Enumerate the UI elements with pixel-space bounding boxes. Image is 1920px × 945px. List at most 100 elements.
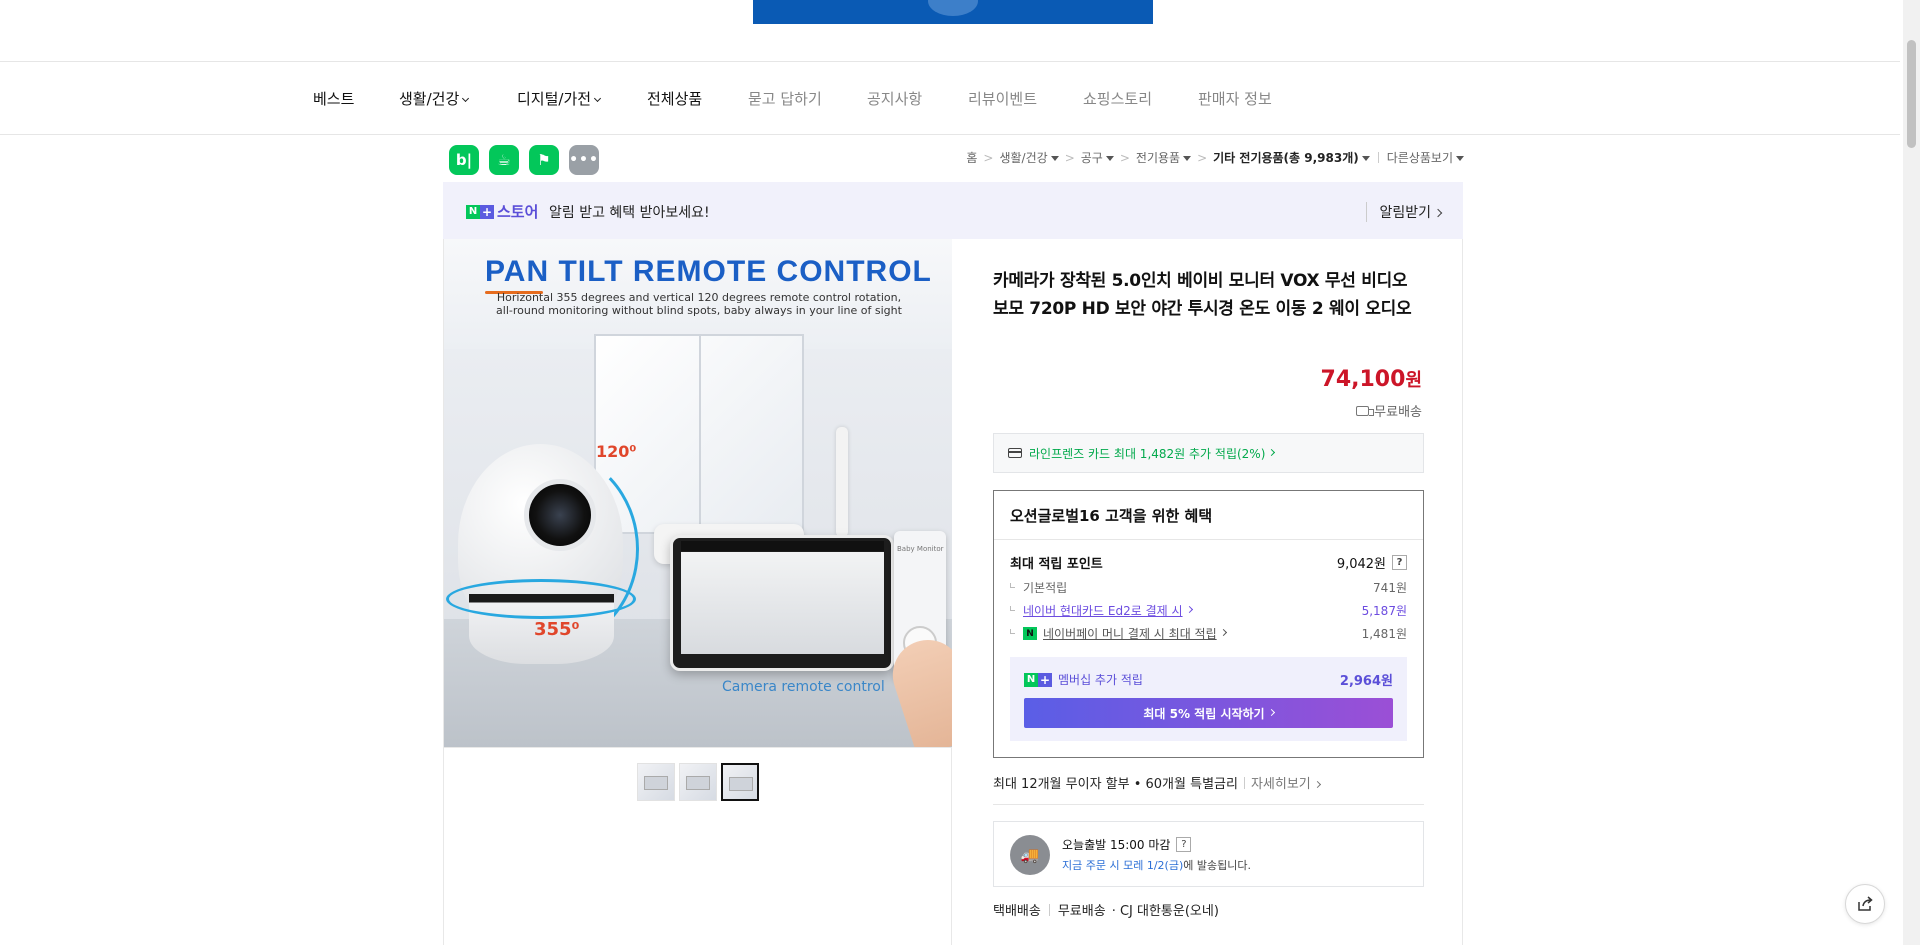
point-row: N 네이버페이 머니 결제 시 최대 적립 1,481원 [1010,625,1407,642]
nav-shopping-story[interactable]: 쇼핑스토리 [1083,88,1152,109]
breadcrumb-separator: > [983,150,994,165]
promo-title: PAN TILT REMOTE CONTROL [485,255,932,288]
dispatch-headline: 오늘출발 15:00 마감? [1062,836,1192,853]
nav-seller-info-label: 판매자 정보 [1198,90,1272,108]
top-banner[interactable] [753,0,1153,24]
help-icon[interactable]: ? [1392,555,1407,570]
breadcrumb-current[interactable]: 기타 전기용품(총 9,983개) [1213,149,1370,166]
chevron-right-icon [1433,208,1443,218]
tree-corner-icon [1010,606,1015,611]
camera-lens [524,479,596,551]
installment-info: 최대 12개월 무이자 할부 • 60개월 특별금리 자세히보기 [993,773,1321,792]
dispatch-detail: 지금 주문 시 모레 1/2(금)에 발송됩니다. [1062,857,1251,873]
notify-message: 알림 받고 혜택 받아보세요! [549,205,710,221]
monitor-antenna [836,427,848,537]
divider [1048,903,1050,916]
store-notify-bar: N + 스토어 알림 받고 혜택 받아보세요! 알림받기 [443,182,1463,239]
breadcrumb-current-label: 기타 전기용품(총 9,983개) [1213,151,1359,165]
image-caption: Camera remote control [722,679,885,695]
start-membership-button[interactable]: 최대 5% 적립 시작하기 [1024,698,1393,728]
naverpay-icon: N [1023,627,1037,640]
other-products-button[interactable]: 다른상품보기 [1387,149,1464,166]
dispatch-date: 지금 주문 시 모레 1/2(금) [1062,859,1184,872]
naver-n-icon: N [466,204,480,219]
today-dispatch-box: 🚚 오늘출발 15:00 마감? 지금 주문 시 모레 1/2(금)에 발송됩니… [993,821,1424,887]
hyundai-card-link[interactable]: 네이버 현대카드 Ed2로 결제 시 [1023,602,1183,619]
chevron-right-icon [1219,628,1227,637]
horizontal-rotation-arc [446,579,636,619]
membership-label: 멤버십 추가 적립 [1058,673,1143,687]
monitor-status-bar [681,541,884,551]
point-row-label: 기본적립 [1010,579,1067,596]
chevron-right-icon [1267,708,1275,716]
divider [1377,152,1379,163]
nav-living-health-label: 생활/건강 [399,90,460,108]
breadcrumb-electrical-label: 전기용품 [1135,151,1181,165]
more-icon[interactable]: ••• [569,145,599,175]
caret-down-icon [1456,156,1464,161]
breadcrumb-separator: > [1119,150,1130,165]
nav-best[interactable]: 베스트 [313,88,354,109]
other-products-label: 다른상품보기 [1386,151,1453,165]
nav-best-label: 베스트 [313,90,355,108]
membership-box: N + 멤버십 추가 적립 2,964원 최대 5% 적립 시작하기 [1010,657,1407,741]
divider [1243,776,1245,789]
product-main-image[interactable]: PAN TILT REMOTE CONTROL Horizontal 355 d… [444,239,952,748]
talktalk-icon[interactable]: ☕ [489,145,519,175]
breadcrumb-electrical[interactable]: 전기용품 [1135,149,1192,166]
price-amount: 74,100 [1320,367,1406,392]
dispatch-suffix: 에 발송됩니다. [1183,859,1251,872]
point-row-label: 네이버 현대카드 Ed2로 결제 시 [1010,602,1193,619]
divider [993,804,1424,805]
point-row: 네이버 현대카드 Ed2로 결제 시 5,187원 [1010,602,1407,619]
thumbnail-3[interactable] [721,763,759,801]
caret-down-icon [1050,156,1059,161]
breadcrumb-tools[interactable]: 공구 [1081,149,1114,166]
breadcrumb-home[interactable]: 홈 [966,149,977,166]
nav-notice[interactable]: 공지사항 [867,88,922,109]
product-gallery: PAN TILT REMOTE CONTROL Horizontal 355 d… [443,239,952,945]
nav-qna[interactable]: 묻고 답하기 [748,88,822,109]
nav-review-event[interactable]: 리뷰이벤트 [968,88,1037,109]
breadcrumb: 홈 > 생활/건강 > 공구 > 전기용품 > 기타 전기용품(총 9,983개… [966,149,1464,166]
caret-down-icon [1105,156,1114,161]
store-nav: 베스트 생활/건강 디지털/가전 전체상품 묻고 답하기 공지사항 리뷰이벤트 … [0,61,1900,135]
share-button[interactable] [1845,884,1885,924]
nav-digital[interactable]: 디지털/가전 [517,88,602,109]
installment-detail-link[interactable]: 자세히보기 [1251,773,1321,792]
card-benefit-link[interactable]: 라인프렌즈 카드 최대 1,482원 추가 적립(2%) [993,433,1424,473]
thumbnail-2[interactable] [679,763,717,801]
baby-monitor-screen [670,535,894,671]
nav-seller-info[interactable]: 판매자 정보 [1198,88,1272,109]
naver-plus-store-logo: N + 스토어 [466,201,538,222]
nav-shopping-story-label: 쇼핑스토리 [1083,90,1153,108]
plus-icon: + [480,204,494,219]
bookmark-icon[interactable]: ⚑ [529,145,559,175]
share-tool-icons: b| ☕ ⚑ ••• [449,145,599,175]
divider [994,539,1423,540]
nav-living-health[interactable]: 생활/건강 [399,88,470,109]
help-icon[interactable]: ? [1176,837,1192,852]
chevron-right-icon [1268,448,1276,456]
max-points-value: 9,042원 [1336,557,1386,572]
hyundai-card-value: 5,187원 [1361,604,1407,618]
base-points-label: 기본적립 [1023,581,1068,595]
credit-card-icon [1008,448,1022,458]
naverpay-money-link[interactable]: 네이버페이 머니 결제 시 최대 적립 [1043,625,1217,642]
store-word: 스토어 [497,203,539,221]
breadcrumb-separator: > [1197,150,1208,165]
nav-qna-label: 묻고 답하기 [748,90,822,108]
nav-all-products-label: 전체상품 [647,90,703,108]
point-row-label: N 네이버페이 머니 결제 시 최대 적립 [1010,625,1227,642]
nav-all-products[interactable]: 전체상품 [647,88,702,109]
shipping-free: 무료배송 [1356,401,1422,420]
thumbnail-preview [644,776,668,790]
notify-button-label: 알림받기 [1379,205,1431,221]
breadcrumb-living-health[interactable]: 생활/건강 [999,149,1059,166]
scrollbar-thumb[interactable] [1907,40,1916,148]
blog-icon[interactable]: b| [449,145,479,175]
notify-button[interactable]: 알림받기 [1366,202,1443,222]
page-scrollbar[interactable] [1903,0,1920,945]
thumbnail-1[interactable] [637,763,675,801]
shipping-carrier: · CJ 대한통운(오네) [1111,904,1219,919]
